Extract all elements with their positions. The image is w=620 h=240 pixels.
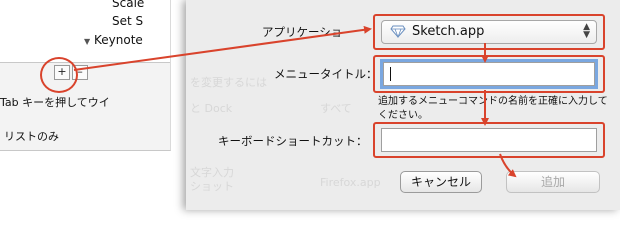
add-button[interactable]: 追加 (506, 171, 600, 193)
menu-title-label: メニュータイトル： (274, 67, 378, 81)
add-button-highlight (40, 57, 78, 93)
add-shortcut-dialog: を変更するには と Dock すべて 文字入力 ショット Firefox.app… (186, 0, 620, 210)
list-item[interactable]: Keynote (94, 33, 143, 47)
app-list: Scale Set S ▼ Keynote (0, 0, 170, 63)
ghost-text: Firefox.app (320, 176, 381, 189)
disclosure-triangle-icon[interactable]: ▼ (84, 37, 90, 46)
application-label: アプリケーショ (262, 25, 343, 39)
list-item[interactable]: Set S (112, 14, 143, 28)
cancel-button[interactable]: キャンセル (400, 171, 482, 193)
shortcuts-pane: Scale Set S ▼ Keynote + – Tab キーを押してウイ リ… (0, 0, 171, 151)
ghost-text: と Dock (190, 102, 233, 115)
ghost-text: ショット (190, 180, 234, 193)
description-text: 追加するメニューコマンドの名前を正確に入力してください。 (378, 96, 608, 121)
ghost-text: すべて (320, 102, 352, 115)
shortcut-label: キーボードショートカット： (218, 134, 368, 148)
shortcut-highlight (373, 122, 605, 158)
list-item[interactable]: Scale (112, 0, 144, 10)
application-highlight (373, 14, 605, 50)
ghost-text: を変更するには (190, 76, 267, 89)
hint-text: Tab キーを押してウイ (0, 96, 110, 109)
hint-text: リストのみ (4, 130, 59, 143)
menu-title-highlight (373, 55, 605, 93)
